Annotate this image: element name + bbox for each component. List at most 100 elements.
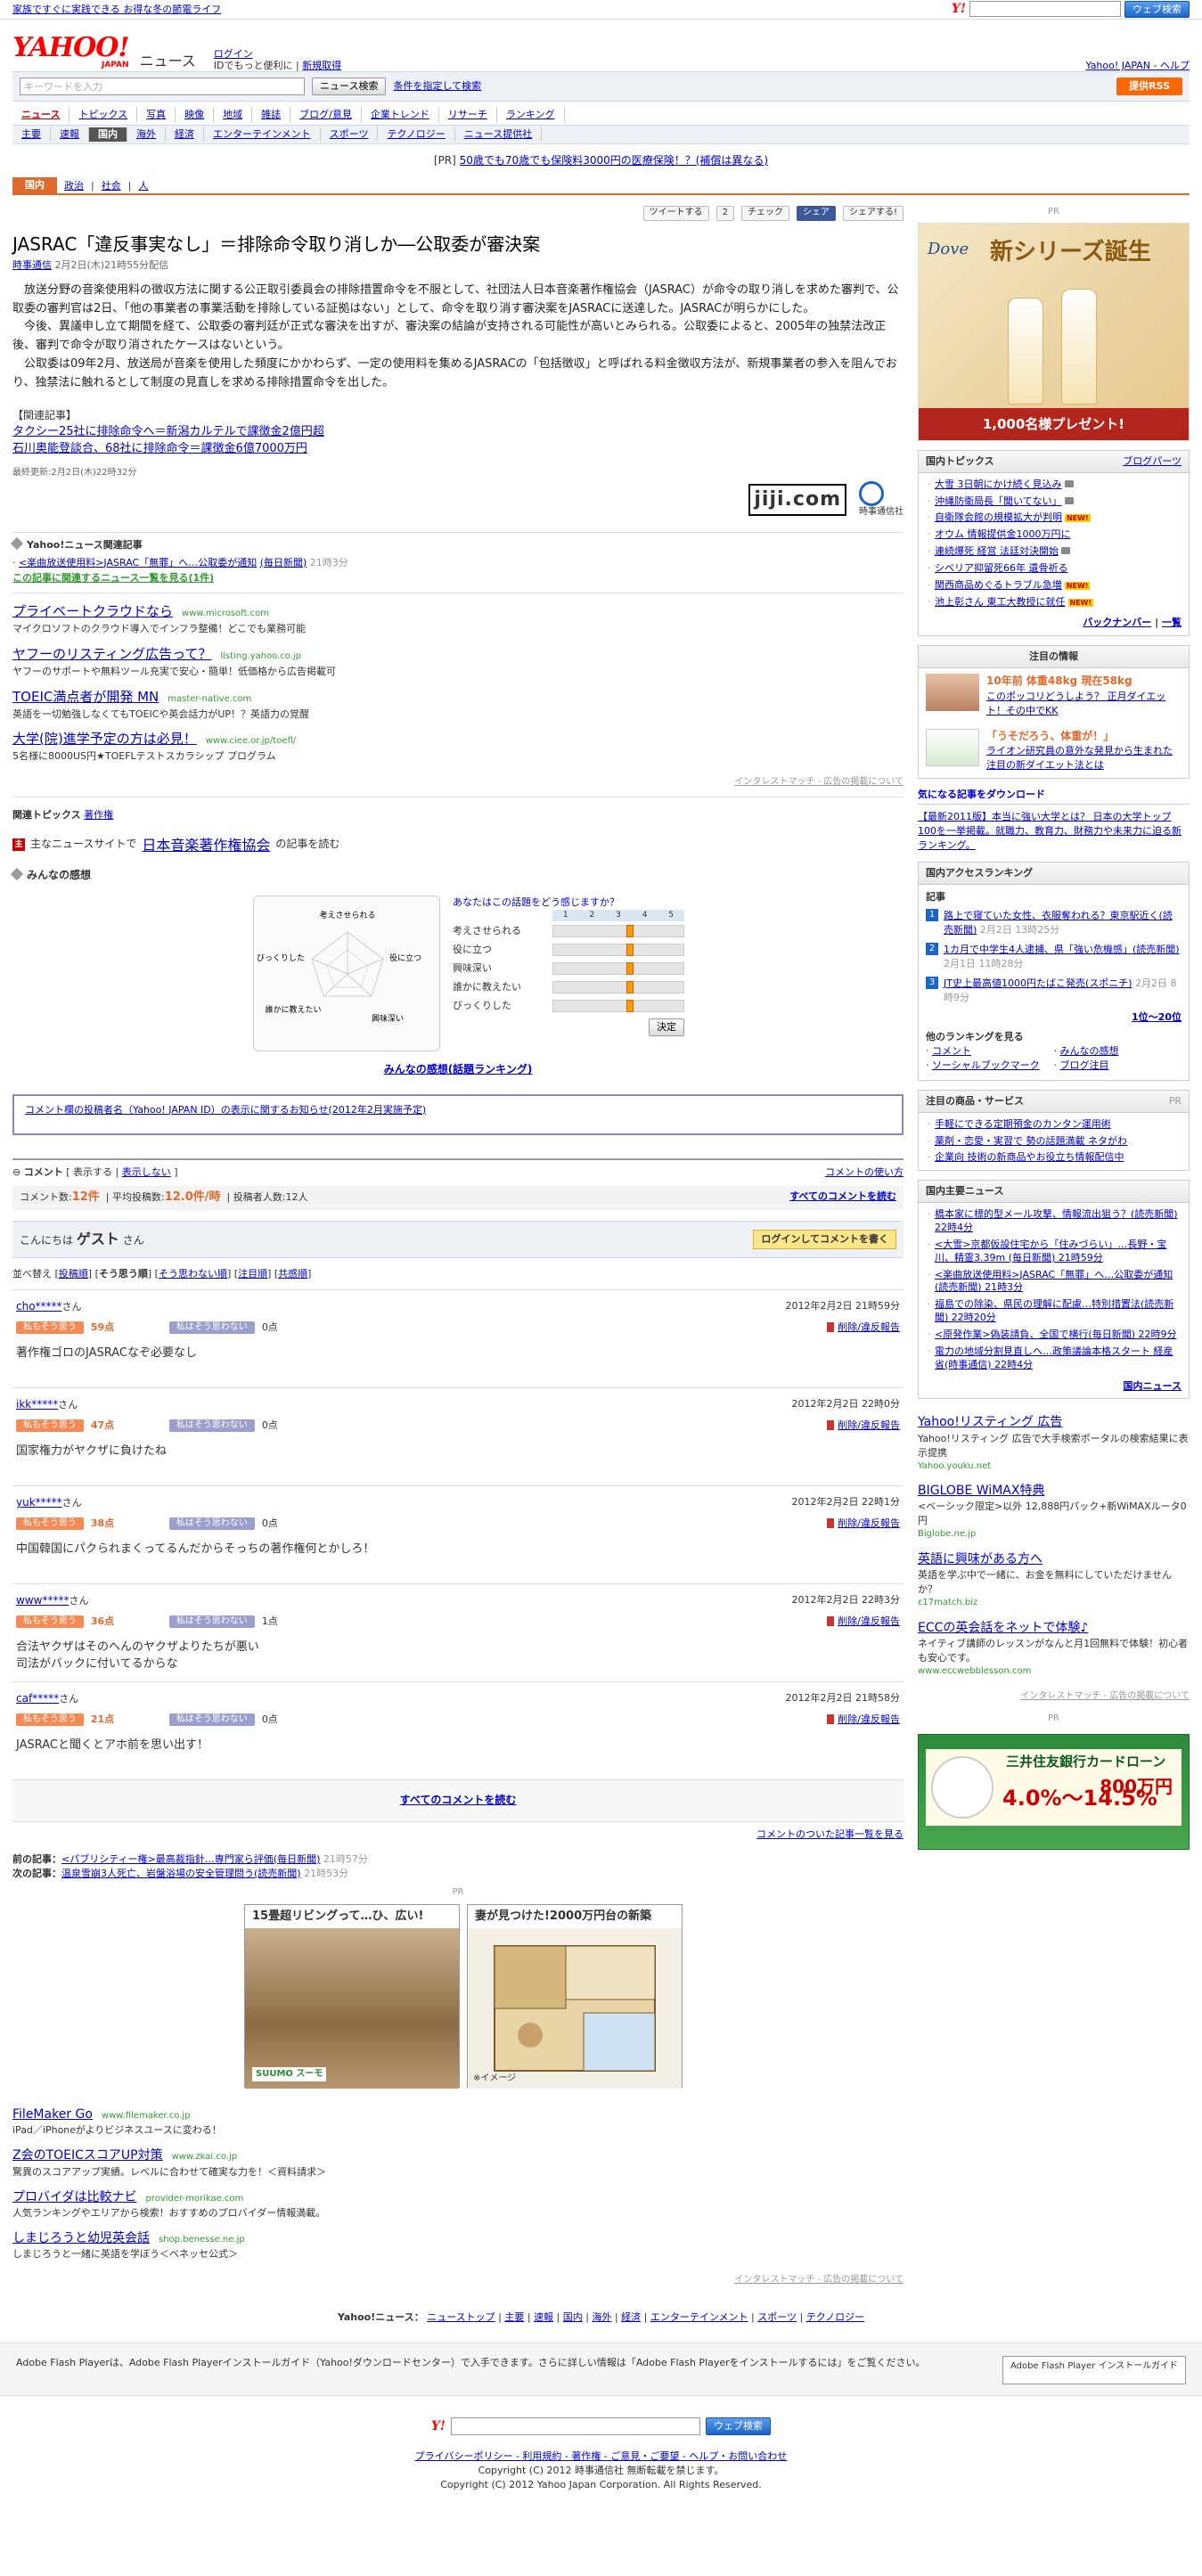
sort-notable[interactable]: 注目順 (238, 1268, 267, 1280)
top-web-search-button[interactable]: ウェブ検索 (1124, 0, 1190, 19)
rss-button[interactable]: 提供RSS (1116, 78, 1182, 95)
report-link[interactable]: 削除/違反報告 (827, 1713, 900, 1727)
dove-ad[interactable]: Dove 新シリーズ誕生 1,000名様プレゼント! (918, 222, 1190, 441)
news-search-button[interactable]: ニュース検索 (312, 78, 387, 95)
list-link[interactable]: 一覧 (1162, 617, 1182, 628)
nav-news[interactable]: ニュース (12, 107, 70, 123)
sort-posted[interactable]: 投稿順 (59, 1268, 88, 1280)
ad-title[interactable]: Yahoo!リスティング 広告 (918, 1413, 1190, 1431)
ad-title[interactable]: ECCの英会話をネットで体験♪ (918, 1619, 1190, 1637)
comments-show[interactable]: 表示する (73, 1166, 112, 1178)
nav-blog[interactable]: ブログ/意見 (290, 107, 362, 123)
admatch-link[interactable]: インタレストマッチ - 広告の掲載について (734, 2275, 904, 2285)
vote-knob[interactable] (626, 943, 634, 956)
disagree-button[interactable]: 私はそう思わない (168, 1321, 255, 1335)
other-ranking-link[interactable]: コメント (932, 1045, 971, 1057)
ad-title[interactable]: Z会のTOEICスコアUP対策 (12, 2148, 163, 2163)
subnav-entertainment[interactable]: エンターテインメント (204, 127, 321, 142)
related-link[interactable]: 石川奥能登談合、68社に排除命令＝課徴金6億7000万円 (12, 441, 904, 458)
commented-articles-link[interactable]: コメントのついた記事一覧を見る (756, 1828, 904, 1840)
comment-user[interactable]: ikk***** (16, 1398, 58, 1411)
bank-ad[interactable]: 三井住友銀行カードローン 800万円 4.0%〜14.5% (918, 1734, 1190, 1851)
vote-knob[interactable] (626, 980, 634, 994)
vote-knob[interactable] (626, 924, 634, 937)
disagree-button[interactable]: 私はそう思わない (168, 1419, 255, 1433)
cat-tab-domestic[interactable]: 国内 (12, 177, 57, 194)
nav-local[interactable]: 地域 (214, 107, 253, 123)
ad-title[interactable]: FileMaker Go (12, 2107, 93, 2122)
read-more-link[interactable]: 日本音楽著作権協会 (142, 835, 270, 855)
subnav-economy[interactable]: 経済 (166, 127, 204, 142)
vote-slider[interactable] (552, 980, 684, 994)
agree-button[interactable]: 私もそう思う (16, 1321, 84, 1335)
bottom-nav-link[interactable]: 速報 (534, 2311, 553, 2323)
rank-link[interactable]: JT史上最高値1000円たばこ発売 (944, 977, 1085, 989)
topic-link[interactable]: 沖縄防衛局長「聞いてない」 (935, 495, 1062, 507)
yahoo-related-link[interactable]: <楽曲放送使用料>JASRAC「無罪」へ…公取委が通知 (19, 557, 257, 568)
report-link[interactable]: 削除/違反報告 (827, 1321, 900, 1335)
tweet-button[interactable]: ツイートする (642, 206, 709, 221)
all-comments-link[interactable]: すべてのコメントを読む (400, 1794, 517, 1806)
other-ranking-link[interactable]: みんなの感想 (1060, 1045, 1119, 1057)
comments-howto-link[interactable]: コメントの使い方 (825, 1165, 904, 1180)
rank-more-link[interactable]: 1位〜20位 (1132, 1011, 1182, 1023)
footer-search-input[interactable] (451, 2417, 701, 2435)
bottom-nav-link[interactable]: テクノロジー (806, 2311, 864, 2323)
subnav-providers[interactable]: ニュース提供社 (455, 127, 543, 142)
facebook-share-button[interactable]: シェア (796, 206, 836, 221)
promo-link[interactable]: 家族ですぐに実践できる お得な冬の節電ライフ (12, 3, 221, 17)
notable-item[interactable]: 「うそだろう、体重が！」 ライオン研究員の意外な発見から生まれた注目の新ダイエット… (919, 724, 1189, 778)
disagree-button[interactable]: 私はそう思わない (168, 1517, 255, 1531)
ad-title[interactable]: 英語に興味がある方へ (918, 1550, 1190, 1568)
jiji-logo[interactable]: jiji.com (748, 484, 846, 517)
nav-trend[interactable]: 企業トレンド (362, 107, 439, 123)
back-number-link[interactable]: バックナンバー (1083, 617, 1151, 628)
notable-item[interactable]: 10年前 体重48kg 現在58kg このポッコリどうしよう？ 正月ダイエット！そ… (919, 668, 1189, 723)
nav-topics[interactable]: トピックス (70, 107, 138, 123)
rank-link[interactable]: 路上で寝ていた女性、衣服奪われる？東京駅近く (944, 910, 1158, 921)
prev-article-link[interactable]: <パブリシティー権>最高裁指針…専門家ら評価 (61, 1853, 274, 1865)
subnav-flash[interactable]: 速報 (51, 127, 89, 142)
jiji-mark[interactable]: 時事通信社 (859, 481, 904, 519)
agree-button[interactable]: 私もそう思う (16, 1615, 84, 1629)
admatch-link[interactable]: インタレストマッチ - 広告の掲載について (1020, 1691, 1190, 1701)
disagree-button[interactable]: 私はそう思わない (168, 1615, 255, 1629)
yahoo-mini-logo[interactable]: Y! (431, 2417, 446, 2435)
major-news-link[interactable]: 橋本家に標的型メール攻撃、情報流出狙う？(読売新聞) 22時4分 (935, 1208, 1178, 1233)
article-source[interactable]: 時事通信 (12, 259, 52, 271)
agree-button[interactable]: 私もそう思う (16, 1419, 84, 1433)
nav-ranking[interactable]: ランキング (497, 107, 565, 123)
bottom-nav-link[interactable]: 経済 (621, 2311, 641, 2323)
ad-title[interactable]: プライベートクラウドなら (12, 603, 173, 619)
comment-user[interactable]: cho***** (16, 1300, 62, 1313)
nav-research[interactable]: リサーチ (439, 107, 497, 123)
ad-title[interactable]: プロバイダは比較ナビ (12, 2190, 136, 2204)
notice-link[interactable]: コメント欄の投稿者名（Yahoo! JAPAN ID）の表示に関するお知らせ(2… (25, 1104, 426, 1116)
rank-link[interactable]: 1カ月で中学生4人逮捕、県「強い危機感」 (944, 944, 1132, 955)
major-news-link[interactable]: 電力の地域分割見直しへ…政策議論本格スタート 経産省(時事通信) 22時4分 (935, 1345, 1173, 1370)
report-link[interactable]: 削除/違反報告 (827, 1517, 900, 1531)
subnav-sports[interactable]: スポーツ (321, 127, 379, 142)
vote-slider[interactable] (552, 924, 684, 937)
nav-video[interactable]: 映像 (176, 107, 215, 123)
home-help-links[interactable]: Yahoo! JAPAN - ヘルプ (1085, 60, 1190, 71)
comment-user[interactable]: caf***** (16, 1692, 59, 1705)
pr-line-link[interactable]: 50歳でも70歳でも保険料3000円の医療保険！？(補償は異なる) (460, 154, 768, 167)
bottom-nav-link[interactable]: 主要 (504, 2311, 524, 2323)
subnav-tech[interactable]: テクノロジー (378, 127, 455, 142)
top-search-input[interactable] (969, 1, 1121, 18)
disagree-button[interactable]: 私はそう思わない (168, 1713, 255, 1727)
nav-photo[interactable]: 写真 (137, 107, 176, 123)
advanced-search-link[interactable]: 条件を指定して検索 (393, 79, 481, 94)
comment-user[interactable]: yuk***** (16, 1496, 62, 1509)
vote-slider[interactable] (552, 961, 684, 975)
bottom-nav-link[interactable]: 国内 (563, 2311, 583, 2323)
check-button[interactable]: チェック (740, 206, 789, 221)
major-news-link[interactable]: 福島での除染、県民の理解に配慮…特別措置法(読売新聞) 22時20分 (935, 1298, 1173, 1323)
sort-agree[interactable]: そう思う順 (99, 1268, 148, 1280)
pr-ad-living[interactable]: 15畳超リビングって…ひ、広い! SUUMO スーモ (244, 1904, 460, 2089)
cat-tab-society[interactable]: 社会 (102, 179, 121, 193)
bottom-nav-link[interactable]: ニューストップ (427, 2311, 495, 2323)
vote-knob[interactable] (626, 961, 634, 975)
feelings-ranking-link[interactable]: みんなの感想(話題ランキング) (384, 1063, 533, 1075)
